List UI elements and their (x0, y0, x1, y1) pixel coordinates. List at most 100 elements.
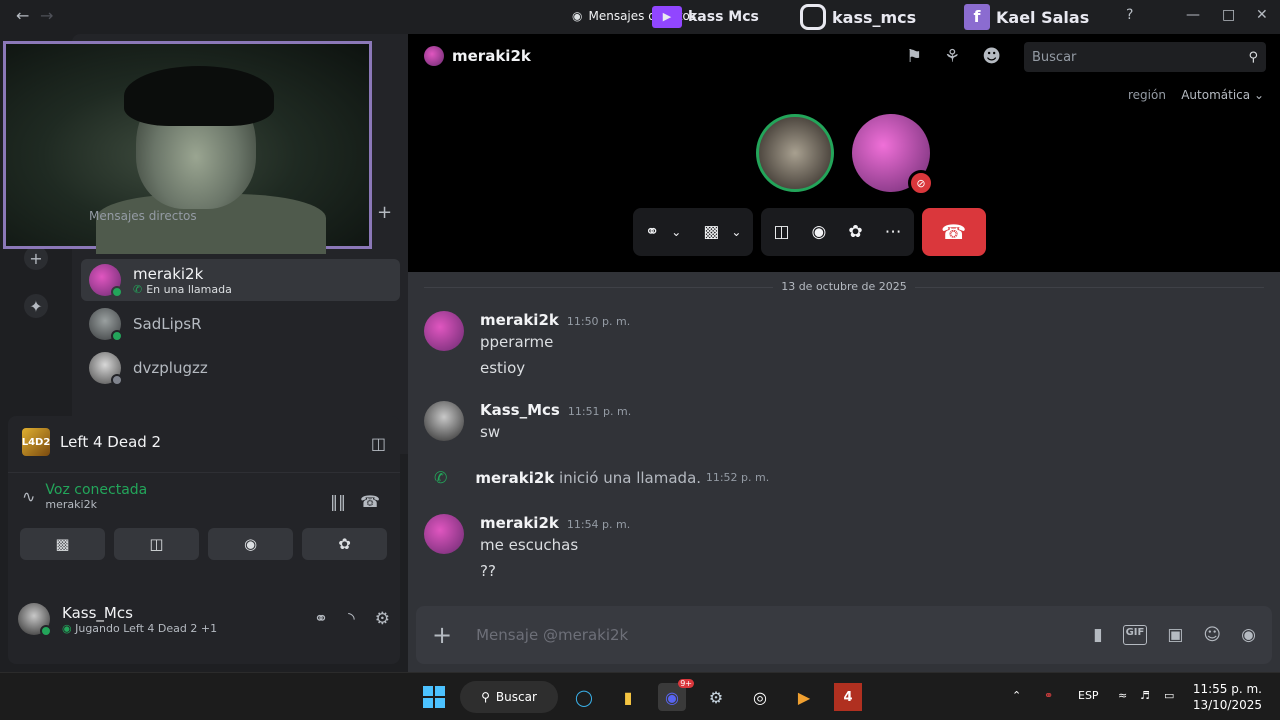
microphone-icon[interactable]: ⚭ (645, 222, 659, 242)
explore-icon[interactable]: ✦ (24, 294, 48, 318)
call-header: meraki2k (424, 46, 531, 66)
signal-icon: ∿ (22, 487, 36, 506)
disconnect-icon[interactable]: ☎ (360, 492, 380, 511)
game-icon: L4D2 (22, 428, 50, 456)
message-text: ?? (480, 562, 496, 580)
microphone-tray-icon[interactable]: ⚭ (1044, 689, 1053, 702)
phone-icon: ✆ (434, 468, 448, 487)
close-button[interactable]: ✕ (1256, 7, 1268, 23)
discord-taskbar-icon[interactable]: ◉ 9+ (658, 679, 694, 711)
chevron-down-icon[interactable]: ⌄ (671, 225, 681, 239)
gamepad-icon[interactable]: ◉ (812, 222, 827, 242)
screen-share-icon[interactable]: ◫ (773, 222, 789, 242)
user-controls: ⚭ ◝ ⚙ (314, 609, 390, 629)
soundboard-icon[interactable]: ✿ (848, 222, 862, 242)
divider (8, 472, 400, 473)
obs-icon[interactable]: ◎ (746, 683, 774, 711)
battery-icon[interactable]: ▭ (1164, 689, 1174, 702)
add-attachment-icon[interactable]: + (432, 621, 452, 649)
forward-arrow-icon[interactable]: → (40, 6, 53, 25)
phone-icon: ✆ (133, 282, 143, 296)
call-participant-kass[interactable] (756, 114, 834, 192)
dm-item-meraki2k[interactable]: meraki2k ✆ En una llamada (81, 259, 400, 301)
steam-icon[interactable]: ⚙ (702, 683, 730, 711)
clock[interactable]: 11:55 p. m. 13/10/2025 (1193, 681, 1262, 713)
more-icon[interactable]: ⋯ (885, 222, 902, 242)
file-explorer-icon[interactable]: ▮ (614, 683, 642, 711)
hang-up-button[interactable]: ☎ (921, 208, 986, 256)
wifi-icon[interactable]: ≈ (1118, 689, 1127, 702)
avatar[interactable] (424, 401, 464, 441)
screen-share-icon: ◫ (149, 535, 164, 553)
message-input[interactable]: Mensaje @meraki2k (476, 626, 1093, 644)
create-dm-icon[interactable]: + (377, 202, 392, 223)
soundboard-button[interactable]: ✿ (302, 528, 387, 560)
maximize-button[interactable]: □ (1222, 7, 1235, 23)
noise-suppression-icon[interactable]: ‖‖ (330, 492, 346, 511)
gif-icon[interactable]: GIF (1122, 625, 1148, 645)
message-group: meraki2k 11:50 p. m. pperarme estioy (424, 311, 630, 377)
add-server-icon[interactable]: + (24, 246, 48, 270)
instagram-icon (800, 4, 826, 30)
emoji-icon[interactable]: ☺ (1203, 625, 1221, 645)
facebook-overlay: f Kael Salas (964, 2, 1089, 32)
language-indicator[interactable]: ESP (1078, 689, 1099, 702)
screen-share-icon[interactable]: ◫ (371, 434, 386, 453)
show-hidden-icons[interactable]: ⌃ (1012, 689, 1021, 702)
composer-tools: ▮ GIF ▣ ☺ ◉ (1093, 625, 1256, 645)
gamepad-icon: ◉ (243, 535, 258, 553)
minimize-button[interactable]: — (1186, 7, 1200, 23)
start-icon[interactable] (420, 683, 448, 711)
twitch-icon: ▶ (652, 6, 682, 28)
apps-icon[interactable]: ◉ (1241, 625, 1256, 645)
voice-controls: ▩ ◫ ◉ ✿ (20, 528, 387, 560)
offline-status-icon (111, 374, 123, 386)
help-icon[interactable]: ? (1126, 7, 1133, 23)
call-participant-meraki[interactable]: ⊘ (852, 114, 934, 196)
add-friend-icon[interactable]: ⚘ (944, 46, 960, 67)
call-controls: ⚭ ⌄ ▩ ⌄ ◫ ◉ ✿ ⋯ ☎ (633, 208, 986, 256)
avatar[interactable] (424, 311, 464, 351)
headphones-icon[interactable]: ◝ (348, 609, 355, 629)
online-status-icon (111, 286, 123, 298)
settings-gear-icon[interactable]: ⚙ (375, 609, 390, 629)
avatar[interactable] (18, 603, 52, 637)
activity-group: ◫ ◉ ✿ ⋯ (761, 208, 914, 256)
back-arrow-icon[interactable]: ← (16, 6, 29, 25)
edge-icon[interactable]: ◯ (570, 683, 598, 711)
dm-item-dvzplugzz[interactable]: dvzplugzz (81, 347, 400, 389)
activity-button[interactable]: ◉ (208, 528, 293, 560)
sticker-icon[interactable]: ▣ (1167, 625, 1183, 645)
voice-activity-card: L4D2 Left 4 Dead 2 ◫ ∿ Voz conectada mer… (8, 416, 400, 664)
muted-icon: ⊘ (908, 170, 934, 196)
camera-off-icon[interactable]: ▩ (703, 222, 719, 242)
facebook-icon: f (964, 4, 990, 30)
screen-share-button[interactable]: ◫ (114, 528, 199, 560)
twitch-overlay: ▶ kass Mcs (652, 2, 759, 32)
avatar[interactable] (424, 514, 464, 554)
search-icon: ⚲ (481, 690, 490, 704)
message-composer: + Mensaje @meraki2k ▮ GIF ▣ ☺ ◉ (416, 606, 1272, 664)
message-group: Kass_Mcs 11:51 p. m. sw (424, 401, 631, 441)
search-icon: ⚲ (1248, 49, 1258, 65)
media-player-icon[interactable]: ▶ (790, 683, 818, 711)
online-status-icon (111, 330, 123, 342)
profile-icon[interactable]: ☻ (982, 46, 1001, 67)
volume-icon[interactable]: ♬ (1140, 689, 1150, 702)
notification-badge: 9+ (678, 679, 694, 688)
search-input[interactable]: Buscar ⚲ (1024, 42, 1266, 72)
gift-icon[interactable]: ▮ (1093, 625, 1102, 645)
left4dead-icon[interactable]: 4 (834, 683, 862, 711)
dm-item-sadlipsr[interactable]: SadLipsR (81, 303, 400, 345)
microphone-icon[interactable]: ⚭ (314, 609, 328, 629)
avatar (89, 352, 123, 386)
webcam-person-hair (124, 66, 274, 126)
taskbar-search[interactable]: ⚲ Buscar (460, 681, 558, 713)
avatar (424, 46, 444, 66)
pin-icon[interactable]: ⚑ (906, 46, 922, 67)
call-event: ✆ meraki2k inició una llamada. 11:52 p. … (434, 468, 770, 487)
gamepad-icon: ◉ (62, 621, 72, 635)
camera-off-button[interactable]: ▩ (20, 528, 105, 560)
chevron-down-icon[interactable]: ⌄ (731, 225, 741, 239)
region-selector[interactable]: región Automática ⌄ (1128, 88, 1264, 102)
